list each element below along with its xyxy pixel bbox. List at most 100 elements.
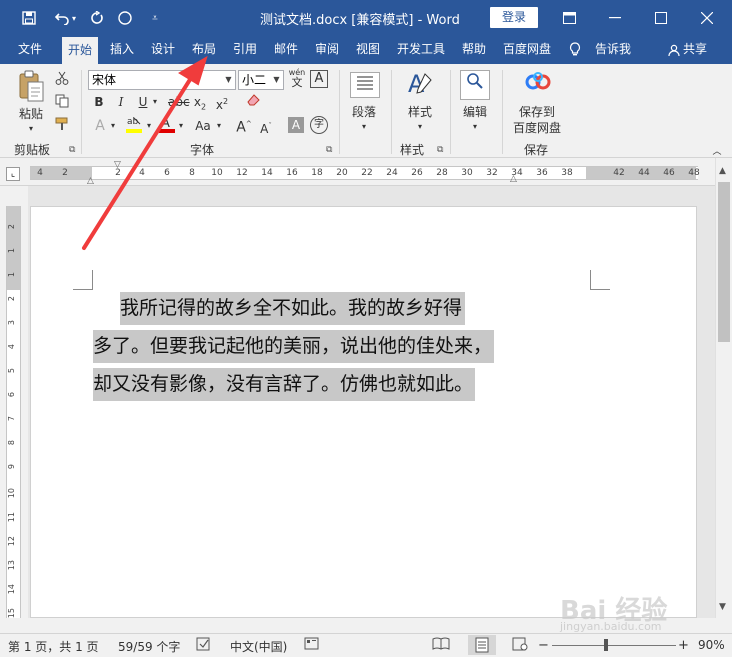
superscript-icon[interactable]: x2 <box>214 94 230 113</box>
proofing-icon[interactable] <box>196 637 212 654</box>
customize-qat-icon[interactable]: ⩡ <box>142 0 168 36</box>
tell-me-search[interactable]: 告诉我 <box>595 36 631 64</box>
document-line[interactable]: 我所记得的故乡全不如此。我的故乡好得 <box>120 292 466 325</box>
chevron-down-icon[interactable]: ▼ <box>270 71 283 89</box>
zoom-slider[interactable] <box>552 645 676 646</box>
tab-insert[interactable]: 插入 <box>110 36 134 64</box>
undo-dropdown-icon[interactable]: ▾ <box>68 0 80 36</box>
editing-button[interactable]: 编辑 <box>456 104 494 120</box>
styles-button[interactable]: 样式 <box>400 104 440 120</box>
tab-help[interactable]: 帮助 <box>462 36 486 64</box>
horizontal-ruler[interactable]: 4 2 2 4 6 8 10 12 14 16 18 20 22 24 26 28 30 32 34 36 38 42 44… <box>30 166 700 180</box>
tab-review[interactable]: 审阅 <box>315 36 339 64</box>
tab-developer[interactable]: 开发工具 <box>397 36 445 64</box>
tab-view[interactable]: 视图 <box>356 36 380 64</box>
lightbulb-icon[interactable] <box>569 36 581 64</box>
enclose-characters-icon[interactable]: 字 <box>310 116 328 134</box>
paste-dropdown-icon[interactable]: ▾ <box>24 121 38 137</box>
close-icon[interactable] <box>684 0 730 36</box>
tab-file[interactable]: 文件 <box>18 36 42 64</box>
text-effects-dropdown-icon[interactable]: ▾ <box>108 118 118 134</box>
page-count-status[interactable]: 第 1 页，共 1 页 <box>8 638 99 655</box>
document-line[interactable]: 多了。但要我记起他的美丽，说出他的佳处来， <box>93 330 495 363</box>
minimize-icon[interactable] <box>592 0 638 36</box>
font-family-combo[interactable]: 宋体 ▼ <box>88 70 236 90</box>
paste-button[interactable]: 粘贴 <box>12 106 50 122</box>
zoom-slider-thumb[interactable] <box>604 639 608 651</box>
save-icon[interactable] <box>16 0 42 36</box>
redo-icon[interactable] <box>84 0 110 36</box>
scrollbar-thumb[interactable] <box>718 182 730 342</box>
subscript-icon[interactable]: x2 <box>192 94 208 115</box>
styles-launcher-icon[interactable]: ⧉ <box>437 145 443 155</box>
phonetic-guide-button[interactable]: wén 文 <box>288 68 306 88</box>
shrink-font-icon[interactable]: Aˇ <box>258 118 274 137</box>
format-painter-icon[interactable] <box>54 117 70 135</box>
zoom-out-icon[interactable]: − <box>538 638 549 653</box>
paragraph-button[interactable]: 段落 <box>346 104 382 120</box>
highlight-dropdown-icon[interactable]: ▾ <box>144 118 154 134</box>
paragraph-dropdown-icon[interactable]: ▾ <box>358 119 370 135</box>
zoom-level[interactable]: 90% <box>698 638 725 652</box>
character-border-icon[interactable]: A <box>310 70 328 88</box>
macro-icon[interactable] <box>304 637 320 654</box>
share-icon[interactable] <box>668 36 680 64</box>
tab-baidu-netdisk[interactable]: 百度网盘 <box>503 36 551 64</box>
vertical-ruler[interactable]: 2 1 1 2 3 4 5 6 7 8 9 10 11 12 13 14 15 <box>6 206 21 618</box>
grow-font-icon[interactable]: A^ <box>236 116 252 136</box>
word-count-status[interactable]: 59/59 个字 <box>118 638 180 655</box>
save-to-baidu-line1[interactable]: 保存到 <box>506 104 568 120</box>
maximize-icon[interactable] <box>638 0 684 36</box>
italic-icon[interactable]: I <box>114 94 128 110</box>
clear-formatting-icon[interactable] <box>244 92 262 112</box>
highlight-icon[interactable]: ab <box>124 114 144 134</box>
login-button[interactable]: 登录 <box>490 7 538 28</box>
change-case-dropdown-icon[interactable]: ▾ <box>214 118 224 134</box>
ribbon-display-icon[interactable] <box>546 0 592 36</box>
copy-icon[interactable] <box>54 94 70 112</box>
styles-dropdown-icon[interactable]: ▾ <box>414 119 426 135</box>
tab-references[interactable]: 引用 <box>233 36 257 64</box>
share-button[interactable]: 共享 <box>683 36 707 64</box>
font-color-dropdown-icon[interactable]: ▾ <box>176 118 186 134</box>
strikethrough-icon[interactable]: abc <box>168 94 190 110</box>
styles-icon[interactable]: A <box>404 70 436 102</box>
vertical-scrollbar[interactable]: ▲ ▼ <box>715 158 732 618</box>
print-layout-icon[interactable] <box>468 635 496 655</box>
font-color-icon[interactable]: A <box>158 114 176 134</box>
document-page[interactable] <box>30 206 697 618</box>
font-size-combo[interactable]: 小二 ▼ <box>238 70 284 90</box>
save-to-baidu-line2[interactable]: 百度网盘 <box>506 120 568 136</box>
find-icon[interactable] <box>460 70 490 100</box>
bold-icon[interactable]: B <box>92 94 106 110</box>
editing-dropdown-icon[interactable]: ▾ <box>469 119 481 135</box>
web-layout-icon[interactable] <box>512 637 528 654</box>
text-effects-icon[interactable]: A <box>92 118 108 134</box>
first-line-indent-marker[interactable]: ▽ <box>114 160 121 170</box>
document-line[interactable]: 却又没有影像，没有言辞了。仿佛也就如此。 <box>93 368 476 401</box>
right-indent-marker[interactable]: △ <box>510 174 517 184</box>
circle-icon[interactable] <box>112 0 138 36</box>
character-shading-icon[interactable]: A <box>288 117 304 133</box>
underline-icon[interactable]: U <box>136 94 150 110</box>
scroll-down-icon[interactable]: ▼ <box>719 602 726 612</box>
zoom-in-icon[interactable]: + <box>678 638 689 653</box>
tab-layout[interactable]: 布局 <box>192 36 216 64</box>
font-launcher-icon[interactable]: ⧉ <box>326 145 332 155</box>
chevron-down-icon[interactable]: ▼ <box>222 71 235 89</box>
tab-selector-icon[interactable]: ⌞ <box>6 167 20 181</box>
read-mode-icon[interactable] <box>432 637 450 654</box>
tab-home[interactable]: 开始 <box>62 36 99 64</box>
tab-mailings[interactable]: 邮件 <box>274 36 298 64</box>
cut-icon[interactable] <box>54 71 70 89</box>
hanging-indent-marker[interactable]: △ <box>87 176 94 186</box>
clipboard-launcher-icon[interactable]: ⧉ <box>69 145 75 155</box>
baidu-netdisk-icon[interactable] <box>524 70 552 98</box>
change-case-icon[interactable]: Aa <box>192 118 214 134</box>
tab-design[interactable]: 设计 <box>151 36 175 64</box>
scroll-up-icon[interactable]: ▲ <box>719 166 726 176</box>
paste-icon[interactable] <box>14 70 48 110</box>
underline-dropdown-icon[interactable]: ▾ <box>150 94 160 110</box>
paragraph-icon[interactable] <box>350 72 380 98</box>
language-status[interactable]: 中文(中国) <box>230 638 287 655</box>
